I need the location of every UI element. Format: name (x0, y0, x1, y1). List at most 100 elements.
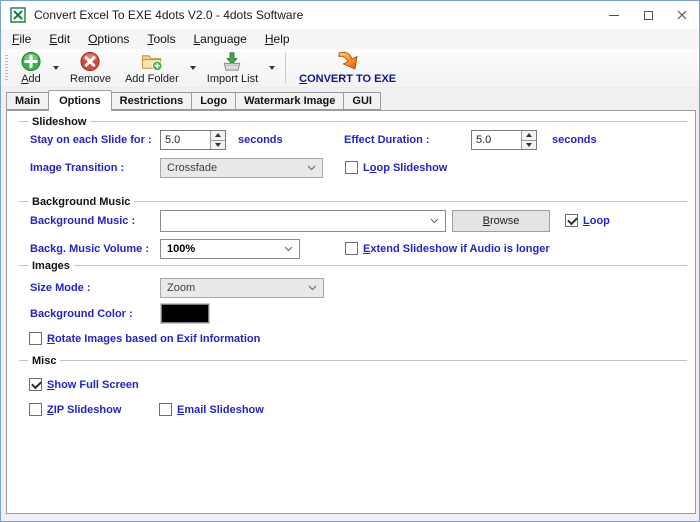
size-mode-value: Zoom (167, 282, 196, 294)
extend-slideshow-label: Extend Slideshow if Audio is longer (363, 242, 550, 255)
background-music-section-header: Background Music (19, 195, 687, 208)
tab-options[interactable]: Options (48, 90, 112, 111)
close-button[interactable] (665, 1, 699, 29)
extend-slideshow-checkbox[interactable]: Extend Slideshow if Audio is longer (345, 242, 550, 255)
stay-seconds-label: seconds (238, 134, 283, 146)
add-label: Add (21, 73, 41, 85)
music-volume-select[interactable]: 100% (160, 239, 300, 259)
chevron-down-icon (307, 165, 316, 171)
menu-edit[interactable]: Edit (40, 29, 79, 49)
checkbox-box[interactable] (565, 214, 578, 227)
menu-language[interactable]: Language (184, 29, 255, 49)
menu-options[interactable]: Options (79, 29, 138, 49)
toolbar-separator (285, 53, 287, 83)
add-button[interactable]: Add (13, 49, 49, 87)
title-bar: Convert Excel To EXE 4dots V2.0 - 4dots … (1, 1, 699, 29)
tab-gui[interactable]: GUI (343, 92, 381, 110)
app-icon (10, 7, 26, 23)
menu-file[interactable]: File (3, 29, 40, 49)
effect-duration-spinner[interactable]: 5.0 (471, 130, 537, 150)
email-slideshow-checkbox[interactable]: Email Slideshow (159, 403, 264, 416)
toolbar: Add Remove Add Folder Import List CONVER… (1, 49, 699, 88)
size-mode-select[interactable]: Zoom (160, 278, 324, 298)
maximize-button[interactable] (631, 1, 665, 29)
spin-up-button[interactable] (522, 131, 536, 140)
tab-strip: Main Options Restrictions Logo Watermark… (6, 89, 381, 111)
menu-tools[interactable]: Tools (138, 29, 184, 49)
effect-duration-value: 5.0 (476, 134, 492, 146)
browse-button[interactable]: Browse (452, 210, 550, 232)
chevron-down-icon (53, 66, 59, 70)
remove-label: Remove (70, 73, 111, 85)
images-section-header: Images (19, 259, 687, 272)
add-dropdown-button[interactable] (49, 49, 63, 87)
show-full-screen-checkbox[interactable]: Show Full Screen (29, 378, 139, 391)
checkbox-box[interactable] (345, 161, 358, 174)
tab-main[interactable]: Main (6, 92, 50, 110)
chevron-down-icon (308, 285, 317, 291)
tab-logo[interactable]: Logo (191, 92, 237, 110)
slideshow-section-header: Slideshow (19, 115, 687, 128)
background-music-select[interactable] (160, 210, 446, 232)
add-icon (21, 51, 41, 72)
checkbox-box[interactable] (29, 403, 42, 416)
background-color-swatch[interactable] (161, 304, 209, 323)
zip-slideshow-label: ZIP Slideshow (47, 403, 122, 416)
remove-icon (80, 51, 101, 72)
misc-section-label: Misc (32, 354, 57, 367)
triangle-down-icon (215, 142, 221, 147)
import-list-button[interactable]: Import List (200, 49, 265, 87)
misc-section-header: Misc (19, 354, 687, 367)
checkbox-box[interactable] (29, 378, 42, 391)
triangle-up-icon (526, 133, 532, 138)
chevron-down-icon (430, 218, 439, 224)
convert-to-exe-label: CONVERT TO EXE (299, 73, 397, 85)
menu-bar: File Edit Options Tools Language Help (1, 29, 699, 49)
spin-down-button[interactable] (211, 139, 225, 149)
checkbox-box[interactable] (159, 403, 172, 416)
spin-down-button[interactable] (522, 139, 536, 149)
chevron-down-icon (189, 66, 196, 70)
rotate-exif-checkbox[interactable]: Rotate Images based on Exif Information (29, 332, 260, 345)
loop-slideshow-label: Loop Slideshow (363, 161, 448, 174)
triangle-down-icon (526, 142, 532, 147)
zip-slideshow-checkbox[interactable]: ZIP Slideshow (29, 403, 121, 416)
image-transition-select[interactable]: Crossfade (160, 158, 323, 178)
toolbar-gripper (5, 55, 8, 81)
loop-music-checkbox[interactable]: Loop (565, 214, 610, 227)
tab-restrictions[interactable]: Restrictions (110, 92, 193, 110)
browse-label: Browse (482, 215, 520, 227)
add-folder-button[interactable]: Add Folder (118, 49, 186, 87)
triangle-up-icon (215, 133, 221, 138)
loop-slideshow-checkbox[interactable]: Loop Slideshow (345, 161, 447, 174)
slideshow-section-label: Slideshow (32, 115, 87, 128)
chevron-down-icon (269, 66, 276, 70)
add-folder-icon (141, 55, 163, 72)
app-window: Convert Excel To EXE 4dots V2.0 - 4dots … (0, 0, 700, 522)
background-music-section-label: Background Music (32, 195, 131, 208)
spin-up-button[interactable] (211, 131, 225, 140)
stay-duration-spinner[interactable]: 5.0 (160, 130, 226, 150)
tab-watermark-image[interactable]: Watermark Image (235, 92, 345, 110)
checkbox-box[interactable] (345, 242, 358, 255)
size-mode-label: Size Mode : (30, 282, 91, 294)
background-color-label: Background Color : (30, 308, 133, 320)
music-volume-label: Backg. Music Volume : (30, 243, 149, 255)
stay-on-slide-label: Stay on each Slide for : (30, 134, 152, 146)
image-transition-value: Crossfade (167, 162, 218, 174)
menu-help[interactable]: Help (256, 29, 299, 49)
options-tab-page: Slideshow Stay on each Slide for : 5.0 s… (6, 110, 696, 514)
minimize-button[interactable] (597, 1, 631, 29)
import-list-icon (224, 52, 241, 71)
window-title: Convert Excel To EXE 4dots V2.0 - 4dots … (34, 8, 304, 22)
show-full-screen-label: Show Full Screen (47, 378, 139, 391)
add-folder-dropdown-button[interactable] (186, 49, 200, 87)
convert-to-exe-button[interactable]: CONVERT TO EXE (292, 49, 403, 87)
stay-duration-value: 5.0 (165, 134, 181, 146)
checkbox-box[interactable] (29, 332, 42, 345)
minimize-icon (609, 14, 619, 16)
remove-button[interactable]: Remove (63, 49, 118, 87)
import-list-label: Import List (206, 73, 259, 85)
import-list-dropdown-button[interactable] (265, 49, 279, 87)
maximize-icon (643, 10, 653, 20)
